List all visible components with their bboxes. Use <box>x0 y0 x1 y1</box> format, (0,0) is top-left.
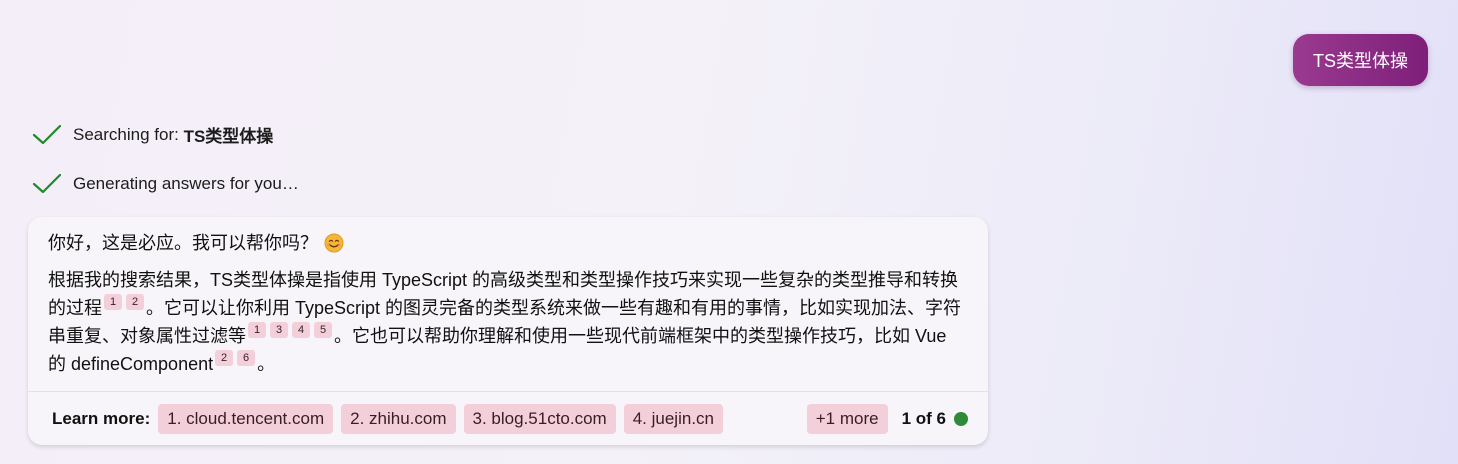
citation-2[interactable]: 2 <box>215 350 234 366</box>
smiley-icon <box>324 233 344 253</box>
citation-5[interactable]: 5 <box>314 322 332 338</box>
greeting-text: 你好，这是必应。我可以帮你吗？ <box>48 232 318 253</box>
card-divider <box>28 391 988 392</box>
source-link-1[interactable]: 1. cloud.tencent.com <box>158 404 334 434</box>
learn-more-label: Learn more: <box>52 409 151 428</box>
user-message-bubble: TS类型体操 <box>1292 34 1428 86</box>
source-link-2[interactable]: 2. zhihu.com <box>341 404 456 434</box>
citation-4[interactable]: 4 <box>292 322 310 338</box>
source-link-4[interactable]: 4. juejin.cn <box>623 404 723 434</box>
answer-card: 你好，这是必应。我可以帮你吗？ 根据我的搜索结果，TS类型体操是指使用 Type… <box>28 217 988 445</box>
learn-more-bar: Learn more: 1. cloud.tencent.com 2. zhih… <box>52 404 968 434</box>
citation-2[interactable]: 2 <box>126 294 144 310</box>
searching-label: Searching for: <box>73 124 184 144</box>
greeting: 你好，这是必应。我可以帮你吗？ <box>48 229 968 257</box>
answer-paragraph: 根据我的搜索结果，TS类型体操是指使用 TypeScript 的高级类型和类型操… <box>48 267 968 378</box>
more-sources-button[interactable]: +1 more <box>806 404 888 434</box>
citation-3[interactable]: 3 <box>270 322 288 338</box>
response-page-count: 1 of 6 <box>901 409 946 428</box>
source-link-3[interactable]: 3. blog.51cto.com <box>463 404 616 434</box>
searching-status: Searching for: TS类型体操 <box>32 122 273 147</box>
generating-label: Generating answers for you… <box>73 174 299 193</box>
generating-status: Generating answers for you… <box>32 172 299 196</box>
citation-6[interactable]: 6 <box>237 350 256 366</box>
citation-1[interactable]: 1 <box>104 294 122 310</box>
check-icon <box>32 173 62 194</box>
answer-text-4: 。 <box>257 354 276 374</box>
searching-query: TS类型体操 <box>183 127 274 146</box>
answer-body: 你好，这是必应。我可以帮你吗？ 根据我的搜索结果，TS类型体操是指使用 Type… <box>28 217 988 378</box>
status-dot-icon <box>954 412 968 426</box>
check-icon <box>32 124 62 144</box>
citation-1[interactable]: 1 <box>248 322 266 338</box>
